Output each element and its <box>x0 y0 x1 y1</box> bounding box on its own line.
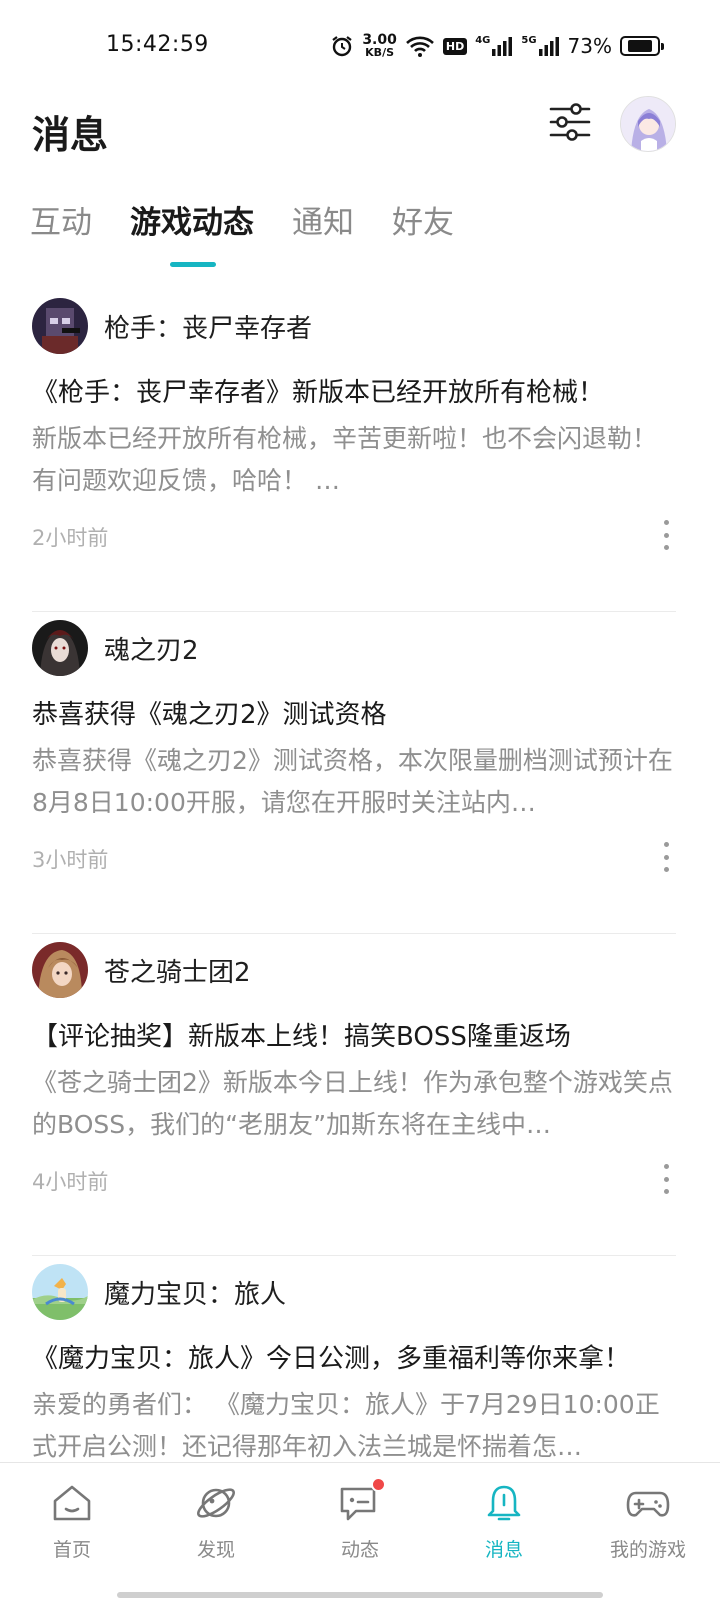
message-feed: 枪手：丧尸幸存者 《枪手：丧尸幸存者》新版本已经开放所有枪械！ 新版本已经开放所… <box>0 290 720 1578</box>
nav-feed[interactable]: 动态 <box>288 1463 432 1600</box>
gamepad-icon <box>626 1481 670 1525</box>
game-avatar[interactable] <box>32 620 88 676</box>
bell-icon <box>482 1481 526 1525</box>
nav-messages[interactable]: 消息 <box>432 1463 576 1600</box>
page-title: 消息 <box>32 113 109 157</box>
game-name[interactable]: 魔力宝贝：旅人 <box>104 1274 286 1311</box>
more-options-icon[interactable] <box>656 520 676 550</box>
message-title: 《魔力宝贝：旅人》今日公测，多重福利等你来拿！ <box>32 1344 631 1374</box>
game-name[interactable]: 魂之刃2 <box>104 630 199 667</box>
nav-my-games[interactable]: 我的游戏 <box>576 1463 720 1600</box>
nav-label: 发现 <box>196 1539 235 1561</box>
battery-level <box>628 40 652 52</box>
battery-percent: 73% <box>567 34 612 58</box>
game-avatar[interactable] <box>32 1264 88 1320</box>
tab-notifications[interactable]: 通知 <box>292 200 354 246</box>
message-tabs: 互动 游戏动态 通知 好友 <box>30 200 492 246</box>
net-speed: 3.00 KB/S <box>362 32 397 59</box>
wifi-icon <box>405 34 435 58</box>
status-bar: 15:42:59 3.00 KB/S HD 4G 5G 73% <box>0 0 720 96</box>
more-options-icon[interactable] <box>656 1164 676 1194</box>
active-tab-indicator <box>170 262 216 267</box>
list-item[interactable]: 苍之骑士团2 【评论抽奖】新版本上线！搞笑BOSS隆重返场 《苍之骑士团2》新版… <box>32 934 676 1256</box>
filter-sliders-icon[interactable] <box>548 101 592 145</box>
message-title: 【评论抽奖】新版本上线！搞笑BOSS隆重返场 <box>32 1022 571 1052</box>
chat-icon <box>338 1477 386 1525</box>
nav-home[interactable]: 首页 <box>0 1463 144 1600</box>
status-time: 15:42:59 <box>106 32 209 57</box>
more-options-icon[interactable] <box>656 842 676 872</box>
nav-label: 动态 <box>340 1539 379 1561</box>
home-icon <box>50 1481 94 1525</box>
message-body: 恭喜获得《魂之刃2》测试资格，本次限量删档测试预计在8月8日10:00开服，请您… <box>32 746 673 817</box>
gesture-bar[interactable] <box>117 1592 603 1598</box>
tab-friends[interactable]: 好友 <box>392 200 454 246</box>
message-title: 恭喜获得《魂之刃2》测试资格 <box>32 700 387 730</box>
alarm-icon <box>330 34 354 58</box>
message-body: 新版本已经开放所有枪械，辛苦更新啦！也不会闪退勒！ 有问题欢迎反馈，哈哈！ … <box>32 424 658 495</box>
message-time: 2小时前 <box>32 526 109 550</box>
signal-icon: 5G <box>521 35 559 57</box>
bottom-nav: 首页 发现 动态 消息 我的游戏 <box>0 1462 720 1600</box>
message-title: 《枪手：丧尸幸存者》新版本已经开放所有枪械！ <box>32 378 605 408</box>
list-item[interactable]: 枪手：丧尸幸存者 《枪手：丧尸幸存者》新版本已经开放所有枪械！ 新版本已经开放所… <box>32 290 676 612</box>
nav-label: 我的游戏 <box>609 1539 686 1561</box>
list-item[interactable]: 魂之刃2 恭喜获得《魂之刃2》测试资格 恭喜获得《魂之刃2》测试资格，本次限量删… <box>32 612 676 934</box>
tab-game-updates[interactable]: 游戏动态 <box>130 200 254 246</box>
status-icons: 3.00 KB/S HD 4G 5G 73% <box>330 30 664 62</box>
nav-label: 消息 <box>484 1539 523 1561</box>
signal-icon: 4G <box>475 35 513 57</box>
nav-label: 首页 <box>52 1539 91 1561</box>
message-time: 3小时前 <box>32 848 109 872</box>
user-avatar[interactable] <box>620 96 676 152</box>
planet-icon <box>194 1481 238 1525</box>
message-body: 《苍之骑士团2》新版本今日上线！作为承包整个游戏笑点的BOSS，我们的“老朋友”… <box>32 1068 673 1139</box>
tab-interaction[interactable]: 互动 <box>30 200 92 246</box>
game-name[interactable]: 苍之骑士团2 <box>104 952 251 989</box>
hd-badge: HD <box>442 37 468 55</box>
battery-icon <box>620 36 664 56</box>
message-time: 4小时前 <box>32 1170 109 1194</box>
game-avatar[interactable] <box>32 298 88 354</box>
notification-dot <box>371 1477 386 1492</box>
game-name[interactable]: 枪手：丧尸幸存者 <box>104 308 312 345</box>
game-avatar[interactable] <box>32 942 88 998</box>
message-body: 亲爱的勇者们： 《魔力宝贝：旅人》于7月29日10:00正式开启公测！还记得那年… <box>32 1390 660 1461</box>
nav-discover[interactable]: 发现 <box>144 1463 288 1600</box>
